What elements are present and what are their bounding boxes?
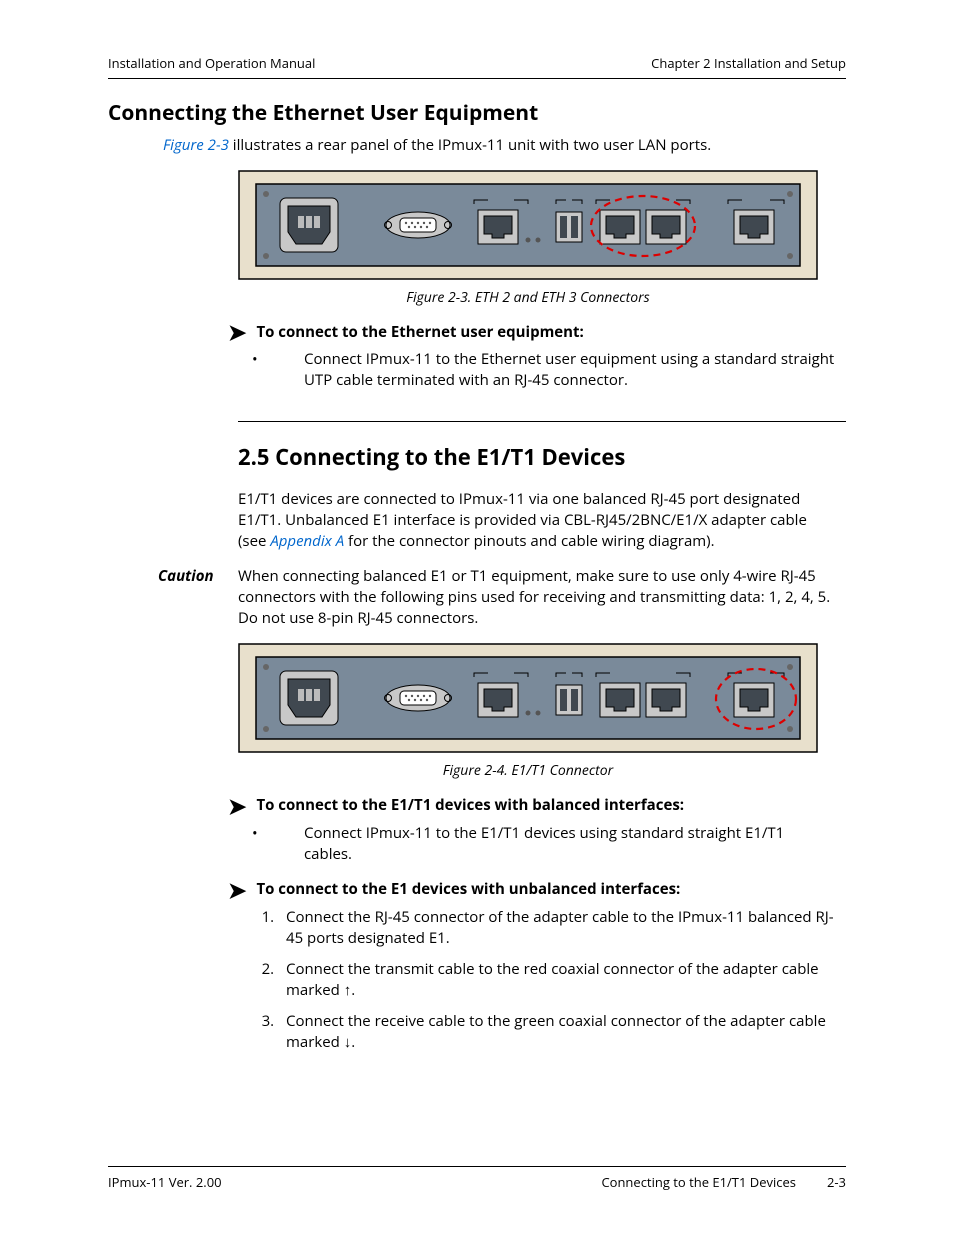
figure-2-3: Figure 2-3. ETH 2 and ETH 3 Connectors xyxy=(238,170,818,308)
heading-2-5: 2.5 Connecting to the E1/T1 Devices xyxy=(238,442,846,473)
procedure-heading-text: To connect to the Ethernet user equipmen… xyxy=(256,322,583,343)
procedure-arrow-icon: ➤ xyxy=(228,321,246,343)
intro-text: illustrates a rear panel of the IPmux-11… xyxy=(229,135,711,155)
caution-label: Caution xyxy=(158,566,238,629)
device-rear-panel-eth-icon xyxy=(238,170,818,280)
procedure-ethernet-list: Connect IPmux-11 to the Ethernet user eq… xyxy=(278,349,836,391)
procedure-unbalanced-list: Connect the RJ-45 connector of the adapt… xyxy=(278,907,836,1053)
header-rule xyxy=(108,78,846,79)
procedure-heading-unbalanced: ➤ To connect to the E1 devices with unba… xyxy=(228,879,846,901)
caution-block: Caution When connecting balanced E1 or T… xyxy=(158,566,836,629)
footer-right: 2-3 xyxy=(827,1173,846,1191)
step-text-tail: . xyxy=(351,980,355,1000)
caution-text: When connecting balanced E1 or T1 equipm… xyxy=(238,566,836,629)
heading-connecting-ethernet: Connecting the Ethernet User Equipment xyxy=(108,99,846,128)
figure-2-3-link[interactable]: Figure 2-3 xyxy=(163,135,229,155)
header-right: Chapter 2 Installation and Setup xyxy=(651,54,846,72)
list-item: Connect the receive cable to the green c… xyxy=(278,1011,836,1053)
figure-2-4: Figure 2-4. E1/T1 Connector xyxy=(238,643,818,781)
footer-rule xyxy=(108,1166,846,1167)
list-item: Connect the transmit cable to the red co… xyxy=(278,959,836,1001)
procedure-heading-text: To connect to the E1/T1 devices with bal… xyxy=(256,795,684,816)
procedure-heading-text: To connect to the E1 devices with unbala… xyxy=(256,879,680,900)
figure-2-3-caption: Figure 2-3. ETH 2 and ETH 3 Connectors xyxy=(238,288,818,308)
footer-left: IPmux-11 Ver. 2.00 xyxy=(108,1173,222,1191)
header-left: Installation and Operation Manual xyxy=(108,54,315,72)
procedure-arrow-icon: ➤ xyxy=(228,879,246,901)
procedure-heading-balanced: ➤ To connect to the E1/T1 devices with b… xyxy=(228,795,846,817)
section-rule xyxy=(238,421,846,422)
step-text: Connect the receive cable to the green c… xyxy=(286,1011,826,1052)
device-rear-panel-e1t1-icon xyxy=(238,643,818,753)
step-text-tail: . xyxy=(351,1032,355,1052)
step-text: Connect the transmit cable to the red co… xyxy=(286,959,819,1000)
page-header: Installation and Operation Manual Chapte… xyxy=(108,54,846,72)
list-item: Connect the RJ-45 connector of the adapt… xyxy=(278,907,836,949)
procedure-heading-ethernet: ➤ To connect to the Ethernet user equipm… xyxy=(228,321,846,343)
page-footer: IPmux-11 Ver. 2.00 Connecting to the E1/… xyxy=(108,1173,846,1191)
list-item: Connect IPmux-11 to the Ethernet user eq… xyxy=(278,349,836,391)
intro-paragraph: Figure 2-3 illustrates a rear panel of t… xyxy=(163,135,846,156)
figure-2-4-caption: Figure 2-4. E1/T1 Connector xyxy=(238,761,818,781)
procedure-balanced-list: Connect IPmux-11 to the E1/T1 devices us… xyxy=(278,823,836,865)
para-text-2: for the connector pinouts and cable wiri… xyxy=(344,531,714,551)
list-item: Connect IPmux-11 to the E1/T1 devices us… xyxy=(278,823,836,865)
section-2-5-paragraph: E1/T1 devices are connected to IPmux-11 … xyxy=(238,489,836,552)
procedure-arrow-icon: ➤ xyxy=(228,795,246,817)
footer-center: Connecting to the E1/T1 Devices xyxy=(601,1173,796,1191)
appendix-a-link[interactable]: Appendix A xyxy=(270,531,344,551)
